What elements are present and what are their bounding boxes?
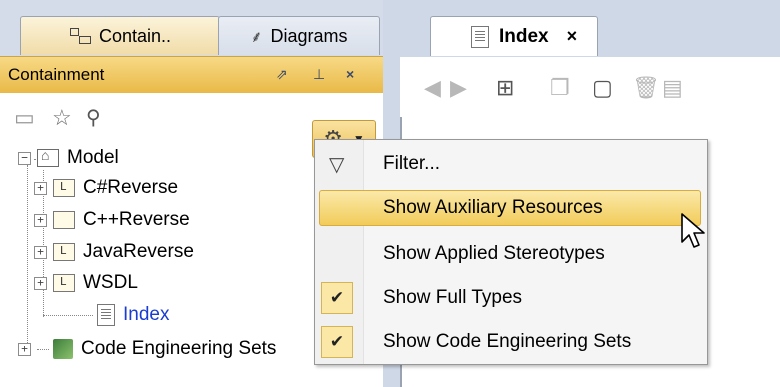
- close-icon[interactable]: ×: [567, 26, 578, 47]
- tree-item-label: JavaReverse: [83, 241, 194, 262]
- filter-icon: ▽: [329, 153, 345, 176]
- menu-item-label: Show Code Engineering Sets: [383, 331, 632, 352]
- containment-tree-icon: [69, 27, 91, 45]
- tree-item[interactable]: + C#Reverse: [34, 173, 178, 203]
- options-menu: ▽ Filter... Show Auxiliary Resources Sho…: [314, 139, 708, 365]
- open-folder-icon[interactable]: ▭: [14, 105, 35, 131]
- menu-item-filter[interactable]: ▽ Filter...: [315, 146, 707, 182]
- tab-diagrams[interactable]: ⸙ Diagrams: [218, 16, 380, 55]
- editor-toolbar: ◀ ▶ ⊞ ❐ ▢ 🗑 ▤: [400, 57, 780, 117]
- checkmark-icon: ✔: [321, 282, 353, 314]
- expand-icon[interactable]: +: [18, 342, 31, 356]
- forward-icon[interactable]: ▶: [450, 75, 467, 101]
- star-icon[interactable]: ☆: [52, 105, 72, 131]
- menu-item-show-applied-stereotypes[interactable]: Show Applied Stereotypes: [315, 236, 707, 272]
- tree-item-label: Model: [67, 147, 119, 168]
- expand-icon[interactable]: +: [34, 181, 47, 195]
- delete-icon[interactable]: 🗑: [632, 75, 660, 101]
- package-l-icon: [53, 179, 75, 197]
- document-icon: [97, 304, 115, 326]
- tree-item-code-engineering-sets[interactable]: + Code Engineering Sets: [18, 334, 276, 364]
- search-icon[interactable]: ⚲: [86, 105, 101, 130]
- tree-item-label: WSDL: [83, 272, 138, 293]
- tree-item[interactable]: + JavaReverse: [34, 237, 194, 267]
- menu-item-label: Show Auxiliary Resources: [383, 197, 603, 218]
- restore-icon[interactable]: ⇗: [276, 66, 288, 83]
- expand-icon[interactable]: +: [34, 245, 47, 259]
- menu-item-show-full-types[interactable]: ✔ Show Full Types: [315, 280, 707, 316]
- tree-icon[interactable]: ⊞: [496, 75, 514, 101]
- tree-item-label: C++Reverse: [83, 209, 190, 230]
- expand-icon[interactable]: +: [34, 276, 47, 290]
- tree-item-index[interactable]: Index: [97, 300, 169, 330]
- tab-index-label: Index: [499, 25, 549, 47]
- collapse-icon[interactable]: −: [18, 151, 31, 165]
- tree-item[interactable]: + WSDL: [34, 268, 138, 298]
- mouse-cursor-icon: [681, 213, 705, 248]
- menu-item-label: Show Full Types: [383, 287, 523, 308]
- tree-item-label: Index: [123, 304, 170, 325]
- more-icon[interactable]: ▤: [662, 75, 683, 101]
- tab-index[interactable]: Index ×: [430, 16, 598, 56]
- back-icon[interactable]: ◀: [424, 75, 441, 101]
- checkmark-icon: ✔: [321, 326, 353, 358]
- tree-item-model[interactable]: − Model: [18, 143, 119, 173]
- tree-item-label: C#Reverse: [83, 177, 179, 198]
- menu-item-show-auxiliary-resources[interactable]: Show Auxiliary Resources: [319, 190, 701, 226]
- model-icon: [37, 147, 59, 167]
- tab-containment[interactable]: Contain..: [20, 16, 220, 55]
- containment-panel-header: Containment ⇗ ⊥ ×: [0, 56, 383, 94]
- code-engineering-sets-icon: [53, 339, 73, 359]
- pin-icon[interactable]: ⊥: [313, 66, 325, 83]
- left-tabstrip: Contain.. ⸙ Diagrams: [0, 0, 383, 56]
- package-icon: [53, 211, 75, 229]
- package-l-icon: [53, 274, 75, 292]
- menu-item-label: Show Applied Stereotypes: [383, 243, 605, 264]
- tree-item-label: Code Engineering Sets: [81, 338, 277, 359]
- tree-line: [43, 315, 93, 316]
- tree-line: [37, 348, 49, 350]
- paste-icon[interactable]: ▢: [592, 75, 613, 101]
- menu-item-show-code-engineering-sets[interactable]: ✔ Show Code Engineering Sets: [315, 324, 707, 360]
- tree-item[interactable]: + C++Reverse: [34, 205, 190, 235]
- document-icon: [471, 25, 489, 48]
- copy-icon[interactable]: ❐: [550, 75, 570, 101]
- close-icon[interactable]: ×: [346, 66, 354, 82]
- expand-icon[interactable]: +: [34, 213, 47, 227]
- diagrams-icon: ⸙: [250, 29, 263, 46]
- tab-containment-label: Contain..: [98, 25, 172, 46]
- panel-title: Containment: [8, 65, 105, 84]
- tree-line: [27, 165, 28, 345]
- package-l-icon: [53, 243, 75, 261]
- menu-item-label: Filter...: [383, 153, 441, 174]
- tab-diagrams-label: Diagrams: [270, 25, 348, 46]
